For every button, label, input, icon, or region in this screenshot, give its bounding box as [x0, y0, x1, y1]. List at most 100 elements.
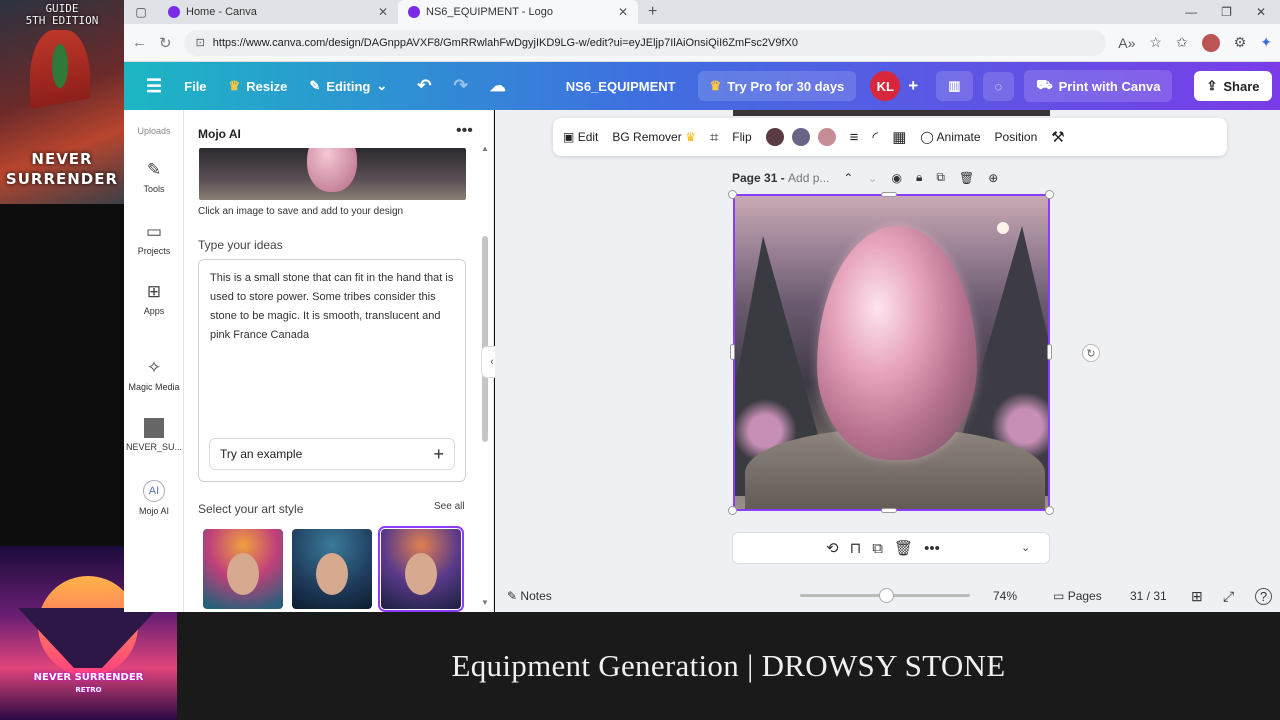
back-icon[interactable]: ←	[132, 34, 147, 51]
close-tab-icon[interactable]: ✕	[618, 5, 628, 19]
undo-icon[interactable]: ↶	[417, 76, 431, 96]
border-style-icon[interactable]: ≡	[850, 129, 859, 146]
insights-chart-icon[interactable]: ▥	[936, 71, 973, 101]
artboard-image-drowsy-stone[interactable]	[733, 194, 1050, 511]
flip-button[interactable]: Flip	[732, 130, 751, 144]
scroll-down-icon[interactable]: ▼	[481, 598, 489, 607]
art-style-1[interactable]	[203, 529, 283, 609]
try-example-button[interactable]: Try an example +	[209, 438, 455, 470]
menu-icon[interactable]: ☰	[146, 76, 162, 97]
resize-handle-tl[interactable]	[728, 190, 737, 199]
resize-handle-top[interactable]	[881, 192, 897, 197]
crop-icon[interactable]: ⌗	[710, 129, 718, 146]
art-style-3-selected[interactable]	[378, 526, 464, 612]
rail-projects[interactable]: ▭ Projects	[124, 222, 184, 256]
redo-icon[interactable]: ↷	[454, 76, 468, 96]
share-button[interactable]: ⇪ Share	[1194, 71, 1272, 101]
minimize-icon[interactable]: —	[1185, 5, 1197, 19]
copy-style-icon[interactable]: ⚒	[1051, 128, 1064, 146]
resize-handle-bl[interactable]	[728, 506, 737, 515]
animate-button[interactable]: ◯ Animate	[920, 130, 980, 144]
rail-magic-media[interactable]: ✧ Magic Media	[124, 358, 184, 392]
help-icon[interactable]: ?	[1255, 587, 1272, 605]
copilot-icon[interactable]: ✦	[1260, 34, 1272, 51]
page-up-icon[interactable]: ⌃	[843, 171, 853, 185]
pages-button[interactable]: ▭ Pages	[1053, 589, 1102, 603]
add-people-icon[interactable]: +	[908, 76, 918, 96]
resize-handle-right[interactable]	[1047, 344, 1052, 360]
cloud-saved-icon[interactable]: ☁	[490, 76, 506, 96]
restore-icon[interactable]: ❐	[1221, 5, 1232, 19]
color-swatch-2[interactable]	[791, 128, 810, 146]
tab-ns6-equipment[interactable]: NS6_EQUIPMENT - Logo ✕	[398, 0, 638, 24]
page-down-icon[interactable]: ⌄	[867, 171, 877, 185]
hide-page-icon[interactable]: ◉	[892, 171, 902, 185]
design-title[interactable]: NS6_EQUIPMENT	[566, 79, 676, 94]
read-aloud-icon[interactable]: A»	[1118, 35, 1135, 51]
resize-handle-left[interactable]	[730, 344, 735, 360]
notes-button[interactable]: ✎ Notes	[507, 589, 552, 603]
resize-button[interactable]: ♛ Resize	[229, 78, 288, 94]
resize-handle-bottom[interactable]	[881, 508, 897, 513]
site-info-icon[interactable]: ⊡	[196, 36, 205, 49]
add-page-icon[interactable]: ⊕	[988, 171, 998, 185]
new-tab-icon[interactable]: +	[638, 0, 667, 24]
rotate-icon[interactable]: ↻	[1082, 344, 1100, 362]
url-field[interactable]: ⊡ https://www.canva.com/design/DAGnppAVX…	[183, 29, 1107, 56]
resize-handle-br[interactable]	[1045, 506, 1054, 515]
try-pro-button[interactable]: ♛ Try Pro for 30 days	[697, 71, 857, 101]
crown-icon: ♛	[228, 78, 241, 93]
duplicate-page-icon[interactable]: ⧉	[936, 170, 945, 185]
grid-view-icon[interactable]: ⊞	[1191, 588, 1203, 605]
file-menu[interactable]: File	[184, 79, 206, 94]
color-swatch-3[interactable]	[817, 128, 836, 146]
comment-add-icon[interactable]: ⟲	[826, 539, 839, 557]
animate-icon: ◯	[920, 130, 934, 144]
position-button[interactable]: Position	[995, 130, 1038, 144]
print-with-canva-button[interactable]: ⛟ Print with Canva	[1024, 70, 1173, 102]
duplicate-icon[interactable]: ⧉	[872, 540, 883, 557]
favorites-icon[interactable]: ✩	[1176, 34, 1188, 51]
more-options-icon[interactable]: •••	[456, 122, 473, 140]
scroll-up-icon[interactable]: ▲	[481, 144, 489, 153]
trash-icon[interactable]: 🗑︎	[894, 539, 913, 557]
panel-scrollbar[interactable]	[482, 236, 488, 442]
chevron-down-icon[interactable]: ⌄	[1021, 541, 1030, 554]
zoom-level[interactable]: 74%	[993, 589, 1017, 603]
user-avatar[interactable]: KL	[870, 71, 901, 101]
corner-rounding-icon[interactable]: ◜	[872, 128, 878, 146]
generated-image-thumbnail[interactable]	[199, 148, 466, 200]
bg-remover-button[interactable]: BG Remover ♛	[612, 130, 695, 144]
close-window-icon[interactable]: ✕	[1256, 5, 1266, 19]
tab-home-canva[interactable]: Home - Canva ✕	[158, 0, 398, 24]
profile-avatar-icon[interactable]	[1201, 33, 1220, 52]
rail-apps[interactable]: ⊞ Apps	[124, 282, 184, 316]
more-icon[interactable]: •••	[924, 540, 940, 557]
transparency-icon[interactable]: ▦	[892, 128, 906, 146]
fullscreen-icon[interactable]: ⤢	[1223, 588, 1234, 605]
canva-header: ☰ File ♛ Resize ✎ Editing ⌄ ↶ ↷ ☁ NS6_EQUIP…	[124, 62, 1280, 110]
extensions-icon[interactable]: ⚙	[1234, 34, 1247, 51]
editing-menu[interactable]: ✎ Editing ⌄	[309, 78, 387, 94]
lock-page-icon[interactable]: 🔒︎	[916, 170, 922, 185]
rail-mojo-ai[interactable]: AI Mojo AI	[124, 480, 184, 516]
edit-button[interactable]: ▣ Edit	[563, 130, 598, 144]
page-title[interactable]: Page 31 - Add p...	[732, 171, 829, 185]
favorite-star-icon[interactable]: ☆	[1149, 34, 1162, 51]
comment-icon[interactable]: ◌	[982, 71, 1015, 101]
lock-icon[interactable]: ⊓	[850, 539, 862, 557]
rail-uploads[interactable]: Uploads	[124, 126, 184, 136]
reload-icon[interactable]: ↻	[159, 34, 172, 52]
tab-actions-icon[interactable]: ▢	[124, 0, 158, 24]
rail-tools[interactable]: ✎ Tools	[124, 160, 184, 194]
color-swatch-1[interactable]	[765, 128, 784, 146]
close-tab-icon[interactable]: ✕	[378, 5, 388, 19]
rail-never-surrender[interactable]: NEVER_SU...	[124, 418, 184, 452]
art-style-2[interactable]	[292, 529, 372, 609]
delete-page-icon[interactable]: 🗑︎	[959, 171, 974, 185]
resize-handle-tr[interactable]	[1045, 190, 1054, 199]
crown-icon: ♛	[709, 78, 722, 93]
zoom-slider-handle[interactable]	[879, 588, 894, 603]
ideas-textarea[interactable]: This is a small stone that can fit in th…	[198, 259, 466, 482]
see-all-link[interactable]: See all	[434, 501, 465, 512]
